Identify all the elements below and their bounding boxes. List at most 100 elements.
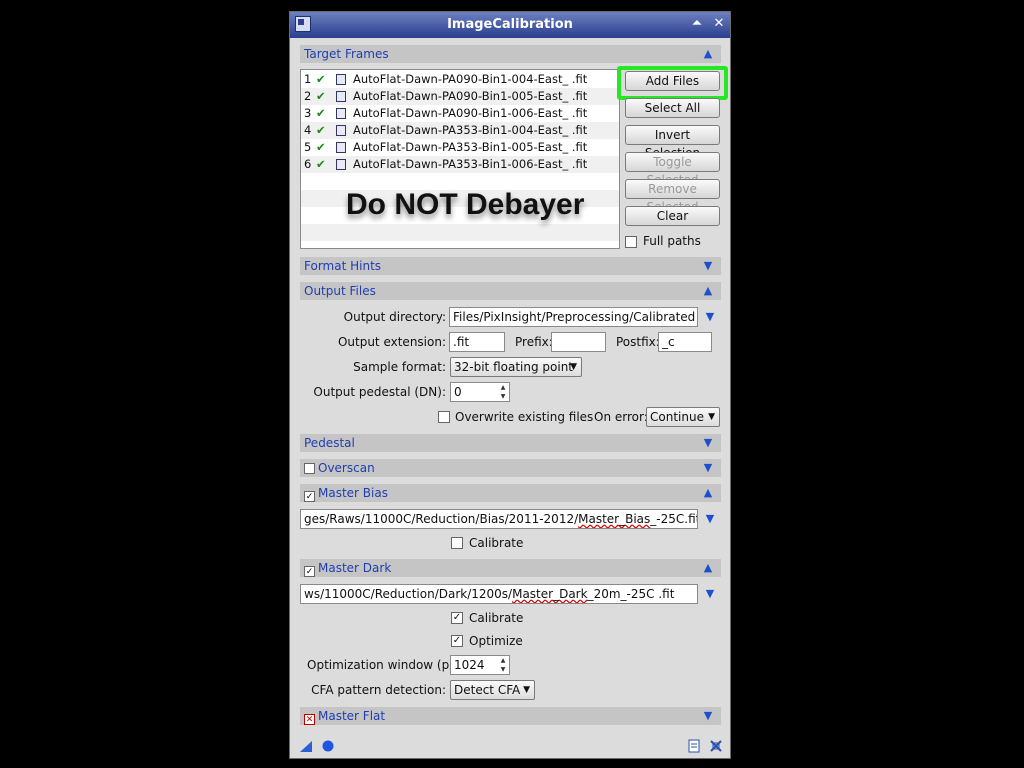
section-output-files[interactable]: Output Files ▲: [300, 282, 721, 300]
enabled-check-icon[interactable]: ✔: [316, 156, 326, 173]
browse-file-icon[interactable]: ▼: [703, 512, 717, 526]
row-index: 5: [304, 140, 312, 154]
on-error-label: On error:: [594, 410, 648, 424]
shade-icon[interactable]: ⏶: [689, 16, 705, 32]
output-directory-field[interactable]: Files/PixInsight/Preprocessing/Calibrate…: [449, 307, 698, 327]
enabled-check-icon[interactable]: ✔: [316, 88, 326, 105]
dark-calibrate-checkbox[interactable]: ✓: [451, 612, 463, 624]
collapse-icon[interactable]: ▲: [701, 282, 715, 300]
section-target-frames[interactable]: Target Frames ▲: [300, 45, 721, 63]
postfix-field[interactable]: _c: [658, 332, 712, 352]
master-bias-checkbox[interactable]: ✓: [304, 491, 315, 502]
path-file: Master_Dark: [512, 587, 588, 601]
file-icon: [336, 91, 346, 102]
section-master-bias[interactable]: ✓ Master Bias ▲: [300, 484, 721, 502]
bias-calibrate-checkbox[interactable]: [451, 537, 463, 549]
expand-icon[interactable]: ▼: [701, 434, 715, 452]
output-pedestal-label: Output pedestal (DN):: [313, 385, 446, 399]
sample-format-select[interactable]: 32-bit floating point ▼: [450, 357, 582, 377]
on-error-value: Continue: [650, 410, 704, 424]
master-bias-path-field[interactable]: ges/Raws/11000C/Reduction/Bias/2011-2012…: [300, 509, 698, 529]
sample-format-value: 32-bit floating point: [454, 360, 574, 374]
list-item[interactable]: 5 ✔ AutoFlat-Dawn-PA353-Bin1-005-East_ .…: [301, 139, 619, 156]
prefix-field[interactable]: [551, 332, 606, 352]
list-item[interactable]: 2 ✔ AutoFlat-Dawn-PA090-Bin1-005-East_ .…: [301, 88, 619, 105]
new-instance-icon[interactable]: [298, 738, 314, 754]
chevron-down-icon: ▼: [570, 362, 577, 372]
row-index: 4: [304, 123, 312, 137]
output-directory-label: Output directory:: [343, 310, 446, 324]
target-frames-list[interactable]: 1 ✔ AutoFlat-Dawn-PA090-Bin1-004-East_ .…: [300, 69, 620, 249]
expand-icon[interactable]: ▼: [701, 257, 715, 275]
file-icon: [336, 74, 346, 85]
overwrite-checkbox[interactable]: [438, 411, 450, 423]
documentation-icon[interactable]: [686, 738, 702, 754]
section-master-dark[interactable]: ✓ Master Dark ▲: [300, 559, 721, 577]
row-index: 6: [304, 157, 312, 171]
bottom-toolbar: [290, 738, 730, 758]
enabled-check-icon[interactable]: ✔: [316, 105, 326, 122]
prefix-label: Prefix:: [515, 335, 553, 349]
list-item[interactable]: 3 ✔ AutoFlat-Dawn-PA090-Bin1-006-East_ .…: [301, 105, 619, 122]
expand-icon[interactable]: ▼: [701, 707, 715, 725]
file-name: AutoFlat-Dawn-PA090-Bin1-005-East_ .fit: [353, 89, 588, 103]
browse-file-icon[interactable]: ▼: [703, 587, 717, 601]
invert-selection-button[interactable]: Invert Selection: [625, 125, 720, 160]
spin-arrows-icon[interactable]: ▲ ▼: [497, 656, 509, 674]
window-title: ImageCalibration: [447, 17, 573, 32]
master-flat-checkbox[interactable]: ✕: [304, 714, 315, 725]
overscan-checkbox[interactable]: [304, 463, 315, 474]
reset-icon[interactable]: [708, 738, 724, 754]
collapse-icon[interactable]: ▲: [701, 559, 715, 577]
postfix-label: Postfix:: [616, 335, 660, 349]
section-master-flat[interactable]: ✕ Master Flat ▼: [300, 707, 721, 725]
bias-calibrate-label: Calibrate: [469, 536, 524, 550]
toggle-selected-button[interactable]: Toggle Selected: [625, 152, 720, 187]
on-error-select[interactable]: Continue ▼: [646, 407, 720, 427]
section-title: Master Flat: [318, 709, 386, 723]
file-icon: [336, 125, 346, 136]
list-item[interactable]: 6 ✔ AutoFlat-Dawn-PA353-Bin1-006-East_ .…: [301, 156, 619, 173]
section-overscan[interactable]: Overscan ▼: [300, 459, 721, 477]
full-paths-checkbox[interactable]: [625, 236, 637, 248]
select-all-button[interactable]: Select All: [625, 98, 720, 118]
spin-arrows-icon[interactable]: ▲ ▼: [497, 383, 509, 401]
dark-calibrate-label: Calibrate: [469, 611, 524, 625]
row-index: 3: [304, 106, 312, 120]
cfa-detection-value: Detect CFA: [454, 683, 521, 697]
chevron-down-icon: ▼: [523, 685, 530, 695]
enabled-check-icon[interactable]: ✔: [316, 71, 326, 88]
title-bar[interactable]: ImageCalibration ⏶ ✕: [290, 12, 730, 38]
browse-directory-icon[interactable]: ▼: [703, 310, 717, 324]
add-files-button[interactable]: Add Files: [625, 71, 720, 91]
master-dark-checkbox[interactable]: ✓: [304, 566, 315, 577]
enabled-check-icon[interactable]: ✔: [316, 139, 326, 156]
path-suffix: _20m_-25C .fit: [587, 587, 675, 601]
section-title: Output Files: [304, 284, 376, 298]
section-pedestal[interactable]: Pedestal ▼: [300, 434, 721, 452]
collapse-icon[interactable]: ▲: [701, 484, 715, 502]
expand-icon[interactable]: ▼: [701, 459, 715, 477]
list-item[interactable]: 1 ✔ AutoFlat-Dawn-PA090-Bin1-004-East_ .…: [301, 71, 619, 88]
collapse-icon[interactable]: ▲: [701, 45, 715, 63]
path-file: Master_Bias: [578, 512, 651, 526]
dark-optimize-checkbox[interactable]: ✓: [451, 635, 463, 647]
remove-selected-button[interactable]: Remove Selected: [625, 179, 720, 214]
master-dark-path-field[interactable]: ws/11000C/Reduction/Dark/1200s/Master_Da…: [300, 584, 698, 604]
overwrite-label: Overwrite existing files: [455, 410, 594, 424]
section-format-hints[interactable]: Format Hints ▼: [300, 257, 721, 275]
apply-global-icon[interactable]: [320, 738, 336, 754]
watermark-text: Do NOT Debayer: [346, 188, 585, 221]
row-index: 2: [304, 89, 312, 103]
output-extension-field[interactable]: .fit: [449, 332, 505, 352]
close-icon[interactable]: ✕: [711, 16, 727, 32]
file-name: AutoFlat-Dawn-PA353-Bin1-004-East_ .fit: [353, 123, 588, 137]
cfa-detection-select[interactable]: Detect CFA ▼: [450, 680, 535, 700]
clear-button[interactable]: Clear: [625, 206, 720, 226]
file-name: AutoFlat-Dawn-PA353-Bin1-006-East_ .fit: [353, 157, 588, 171]
section-title: Master Dark: [318, 561, 392, 575]
section-title: Master Bias: [318, 486, 388, 500]
enabled-check-icon[interactable]: ✔: [316, 122, 326, 139]
list-item[interactable]: 4 ✔ AutoFlat-Dawn-PA353-Bin1-004-East_ .…: [301, 122, 619, 139]
file-name: AutoFlat-Dawn-PA353-Bin1-005-East_ .fit: [353, 140, 588, 154]
